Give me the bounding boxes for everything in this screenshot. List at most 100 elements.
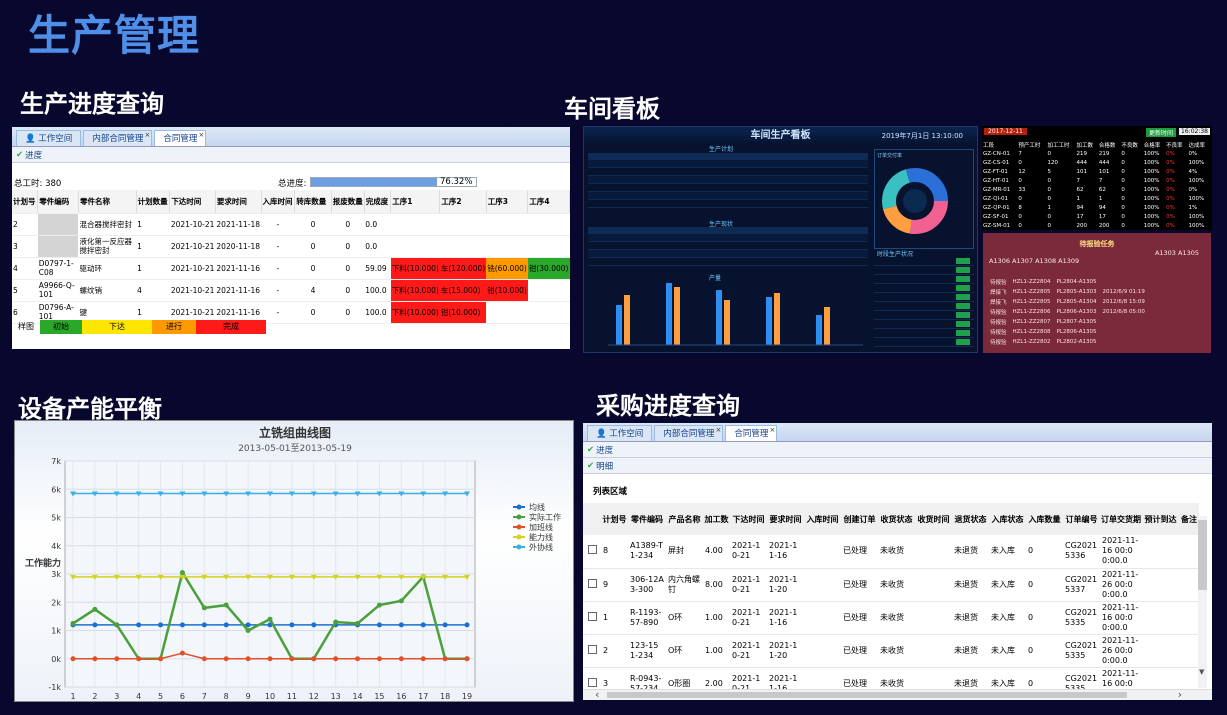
column-header[interactable]: 要求时间 <box>767 503 804 535</box>
column-header[interactable]: 入库数量 <box>1026 503 1063 535</box>
column-header[interactable]: 零件编码 <box>628 503 666 535</box>
column-header[interactable]: 下达时间 <box>730 503 767 535</box>
led-title: 待报验任务 <box>1079 240 1115 248</box>
segment-stats-board: 2017-12-11 更新时间 16:02:38 工段 预产工时 加工工时 加工数 合格… <box>982 126 1212 230</box>
close-icon[interactable]: × <box>769 423 775 438</box>
column-header[interactable]: 创建订单 <box>841 503 878 535</box>
table-row[interactable]: 3 液化第一反应器搅拌密封 1 2021-10-21 2020-11-18-0 0 0.0 <box>12 235 570 258</box>
horizontal-scrollbar[interactable]: ‹ › <box>583 688 1212 700</box>
column-header[interactable]: 工序1 <box>390 190 441 214</box>
table-cell: GZ-QP-01 <box>983 204 1010 211</box>
row-checkbox[interactable] <box>587 611 597 621</box>
table-row[interactable]: 8 A1389-T1-234 屏封 4.00 2021-10-21 2021-11-16 已… <box>583 535 1199 569</box>
table-cell: 0% <box>1166 222 1175 229</box>
column-header[interactable]: 工序4 <box>527 190 570 214</box>
column-header[interactable]: 入库时间 <box>261 190 296 214</box>
progress-toolbar[interactable]: ✔ 进度 <box>583 442 1212 458</box>
column-header[interactable]: 退货状态 <box>952 503 989 535</box>
table-cell: 未收货 <box>878 601 915 635</box>
refresh-time-label[interactable]: 更新时间 <box>1145 128 1176 137</box>
table-header: 工段 预产工时 加工工时 加工数 合格数 不良数 合格率 不良率 达成率 <box>982 141 1210 149</box>
row-checkbox[interactable] <box>587 677 597 687</box>
scroll-right-icon[interactable]: › <box>1178 688 1182 700</box>
column-header[interactable]: 计划号 <box>12 190 39 214</box>
column-header[interactable]: 订单编号 <box>1063 503 1100 535</box>
tab-workspace[interactable]: 👤 工作空间 <box>16 130 82 146</box>
table-cell: 7 <box>1098 177 1103 184</box>
column-header[interactable]: 完成度 <box>364 190 392 214</box>
tab-internal-contract[interactable]: 内部合同管理 × <box>83 127 153 146</box>
table-cell <box>915 634 952 668</box>
table-cell: 0% <box>1188 150 1198 157</box>
data-point <box>355 620 361 626</box>
table-row[interactable]: 5 A9966-Q-101 螺纹销 4 2021-10-21 2021-11-16-4 0 1… <box>12 279 570 302</box>
column-header[interactable]: 要求时间 <box>215 190 262 214</box>
tab-internal-contract[interactable]: 内部合同管理 × <box>654 423 724 441</box>
scroll-down-icon[interactable]: ▼ <box>1199 668 1204 676</box>
column-header[interactable]: 工序3 <box>486 190 529 214</box>
table-row[interactable]: 4 D0797-1-C08 驱动环 1 2021-10-21 2021-11-16-0 0 5… <box>12 257 570 280</box>
table-row: GZ-CN-01 7 0 219 219 0 100% 0% 0% <box>982 149 1210 158</box>
table-cell: 100% <box>1143 213 1160 220</box>
column-header[interactable]: 订单交货期 <box>1100 503 1142 535</box>
table-cell: PL2806-A1303 <box>1056 309 1097 315</box>
table-row[interactable]: 9 306-12A3-300 内六角螺钉 8.00 2021-10-21 2021-11-… <box>583 568 1199 602</box>
table-cell <box>915 601 952 635</box>
tab-contract[interactable]: 合同管理 × <box>725 423 778 441</box>
close-icon[interactable]: × <box>198 127 204 143</box>
row-select-cell[interactable] <box>583 634 601 668</box>
table-row[interactable]: 1 R-1193-57-890 O环 1.00 2021-10-21 2021-11-16… <box>583 601 1199 635</box>
data-point <box>136 656 142 662</box>
table-cell: 未入库 <box>989 568 1026 602</box>
column-header[interactable]: 下达时间 <box>169 190 216 214</box>
shift-row <box>874 284 974 293</box>
column-header[interactable]: 工序2 <box>439 190 487 214</box>
table-body: 2 混合器搅拌密封 1 2021-10-21 2021-11-18-0 0 0.0 3 液化第一… <box>12 213 570 324</box>
table-cell: 未入库 <box>989 634 1026 668</box>
shift-row <box>874 329 974 338</box>
table-row: GZ-SM-01 0 0 200 200 0 100% 0% 100% <box>982 221 1210 230</box>
table-cell: 0 <box>1121 177 1125 184</box>
column-header[interactable]: 预计到达 <box>1142 503 1179 535</box>
vertical-scrollbar[interactable]: ▼ <box>1198 516 1207 688</box>
column-header[interactable]: 入库状态 <box>989 503 1026 535</box>
column-header[interactable]: 加工数 <box>703 503 730 535</box>
row-checkbox[interactable] <box>587 545 597 555</box>
dashboard-row <box>588 192 868 200</box>
column-header[interactable]: 备注 <box>1179 503 1199 535</box>
column-header[interactable]: 入库时间 <box>804 503 841 535</box>
row-checkbox[interactable] <box>587 644 597 654</box>
tab-workspace[interactable]: 👤 工作空间 <box>587 425 653 441</box>
scrollbar-thumb[interactable] <box>1198 520 1207 590</box>
close-icon[interactable]: × <box>715 423 721 438</box>
column-header[interactable]: 零件名称 <box>78 190 137 214</box>
column-header[interactable]: 收货时间 <box>915 503 952 535</box>
data-point <box>333 656 339 662</box>
close-icon[interactable]: × <box>144 127 150 143</box>
column-header[interactable] <box>583 503 601 535</box>
row-select-cell[interactable] <box>583 568 601 602</box>
row-checkbox[interactable] <box>587 578 597 588</box>
column-header[interactable]: 转库数量 <box>294 190 332 214</box>
scrollbar-thumb[interactable] <box>607 692 1127 698</box>
column-header[interactable]: 收货状态 <box>878 503 915 535</box>
column-header[interactable]: 产品名称 <box>666 503 703 535</box>
table-cell: 1.00 <box>703 601 730 635</box>
progress-toolbar[interactable]: ✔ 进度 <box>12 147 570 163</box>
table-row[interactable]: 2 123-15 1-234 O环 1.00 2021-10-21 2021-11-20 已… <box>583 634 1199 668</box>
table-cell: GZ-FT-01 <box>983 168 1008 175</box>
column-header[interactable]: 零件编码 <box>37 190 79 214</box>
row-select-cell[interactable] <box>583 535 601 569</box>
data-point <box>201 622 207 628</box>
table-cell: 2012/6/9 01:19 <box>1102 289 1145 295</box>
column-header[interactable]: 计划数量 <box>136 190 171 214</box>
detail-toolbar[interactable]: ✔ 明细 <box>583 458 1212 474</box>
table-row[interactable]: 2 混合器搅拌密封 1 2021-10-21 2021-11-18-0 0 0.0 <box>12 213 570 236</box>
scroll-left-icon[interactable]: ‹ <box>595 688 599 700</box>
pie-box: 订单交付率 <box>874 149 974 249</box>
column-header[interactable]: 计划号 <box>601 503 628 535</box>
column-header[interactable]: 报废数量 <box>331 190 365 214</box>
tab-contract[interactable]: 合同管理 × <box>154 127 207 146</box>
row-select-cell[interactable] <box>583 601 601 635</box>
data-point <box>442 622 448 628</box>
